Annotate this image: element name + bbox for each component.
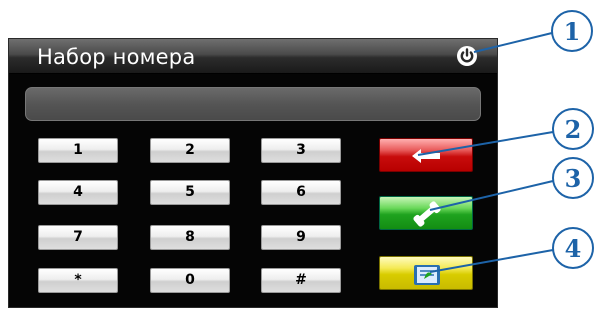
key-8[interactable]: 8 bbox=[150, 225, 230, 250]
callout-circle-1 bbox=[551, 10, 593, 52]
key-1[interactable]: 1 bbox=[38, 138, 118, 163]
dialer-window: Набор номера 1 2 3 4 5 6 7 8 9 * 0 # bbox=[8, 38, 498, 308]
backspace-button[interactable] bbox=[379, 138, 473, 172]
key-2[interactable]: 2 bbox=[150, 138, 230, 163]
title-bar: Набор номера bbox=[9, 39, 497, 74]
power-button[interactable] bbox=[456, 45, 478, 67]
key-5[interactable]: 5 bbox=[150, 180, 230, 205]
callout-label-2: 2 bbox=[565, 115, 582, 144]
key-3[interactable]: 3 bbox=[261, 138, 341, 163]
key-4[interactable]: 4 bbox=[38, 180, 118, 205]
key-9[interactable]: 9 bbox=[261, 225, 341, 250]
key-0[interactable]: 0 bbox=[150, 268, 230, 293]
callout-circle-3 bbox=[552, 157, 594, 199]
callout-circle-2 bbox=[552, 108, 594, 150]
key-hash[interactable]: # bbox=[261, 268, 341, 293]
key-7[interactable]: 7 bbox=[38, 225, 118, 250]
backspace-arrow-icon bbox=[412, 149, 440, 163]
callout-label-4: 4 bbox=[565, 234, 582, 263]
callout-label-3: 3 bbox=[565, 164, 582, 193]
window-title: Набор номера bbox=[37, 45, 196, 69]
contacts-button[interactable] bbox=[379, 256, 473, 290]
phonebook-icon bbox=[414, 265, 440, 285]
number-display[interactable] bbox=[25, 87, 481, 121]
call-button[interactable] bbox=[379, 196, 473, 230]
phone-handset-icon bbox=[413, 201, 441, 227]
callout-label-1: 1 bbox=[564, 17, 581, 46]
callout-circle-4 bbox=[552, 227, 594, 269]
key-6[interactable]: 6 bbox=[261, 180, 341, 205]
power-icon bbox=[457, 46, 477, 66]
key-star[interactable]: * bbox=[38, 268, 118, 293]
